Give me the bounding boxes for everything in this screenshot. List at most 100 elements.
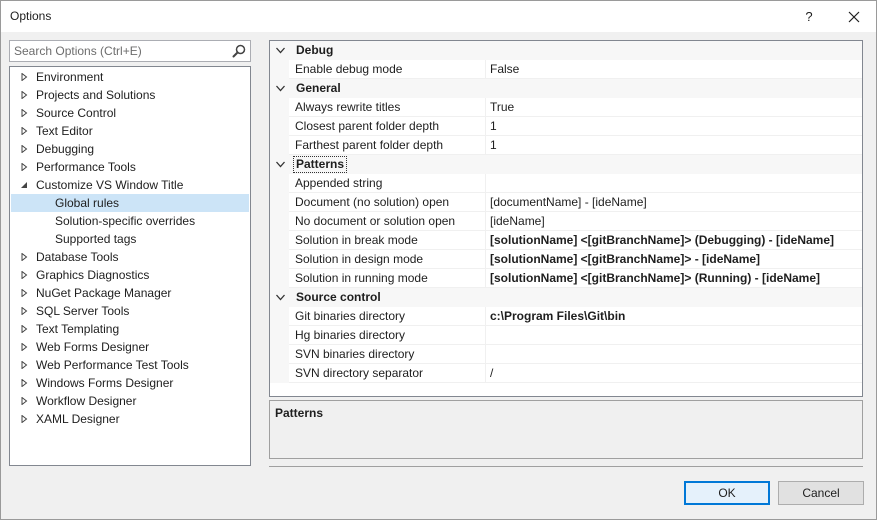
expand-arrow-icon[interactable] [20, 289, 28, 297]
property-value[interactable] [485, 345, 862, 364]
property-value[interactable]: / [485, 364, 862, 383]
property-row[interactable]: Hg binaries directory [270, 326, 862, 345]
row-gutter [270, 269, 289, 288]
chevron-down-icon[interactable] [276, 294, 285, 301]
expand-arrow-icon[interactable] [20, 397, 28, 405]
tree-item[interactable]: SQL Server Tools [11, 302, 249, 320]
tree-item[interactable]: Performance Tools [11, 158, 249, 176]
search-box [9, 40, 251, 62]
collapse-arrow-icon[interactable] [20, 181, 28, 189]
property-value[interactable]: 1 [485, 136, 862, 155]
property-row[interactable]: SVN directory separator / [270, 364, 862, 383]
tree-item-label: Web Performance Test Tools [36, 358, 189, 372]
property-name: SVN directory separator [295, 366, 424, 380]
property-row[interactable]: Document (no solution) open [documentName… [270, 193, 862, 212]
property-row[interactable]: SVN binaries directory [270, 345, 862, 364]
property-name: No document or solution open [295, 214, 456, 228]
tree-item-label: Performance Tools [36, 160, 136, 174]
property-row[interactable]: Always rewrite titles True [270, 98, 862, 117]
tree-item[interactable]: Global rules [11, 194, 249, 212]
property-value[interactable]: [solutionName] <[gitBranchName]> - [ideN… [485, 250, 862, 269]
property-value[interactable]: c:\Program Files\Git\bin [485, 307, 862, 326]
expand-arrow-icon[interactable] [20, 253, 28, 261]
expand-arrow-icon[interactable] [20, 127, 28, 135]
ok-button[interactable]: OK [684, 481, 770, 505]
chevron-down-icon[interactable] [276, 47, 285, 54]
chevron-down-icon[interactable] [276, 161, 285, 168]
row-gutter [270, 193, 289, 212]
cancel-button[interactable]: Cancel [778, 481, 864, 505]
tree-item[interactable]: Debugging [11, 140, 249, 158]
property-row[interactable]: Git binaries directory c:\Program Files\G… [270, 307, 862, 326]
property-value[interactable]: 1 [485, 117, 862, 136]
tree-item-label: Projects and Solutions [36, 88, 156, 102]
tree-item-label: Global rules [55, 196, 120, 210]
tree-item-label: Text Editor [36, 124, 93, 138]
expand-arrow-icon[interactable] [20, 109, 28, 117]
expand-arrow-icon[interactable] [20, 73, 28, 81]
category-row[interactable]: General [270, 79, 862, 98]
property-row[interactable]: Closest parent folder depth 1 [270, 117, 862, 136]
property-row[interactable]: Solution in design mode [solutionName] <[… [270, 250, 862, 269]
property-row[interactable]: No document or solution open [ideName] [270, 212, 862, 231]
property-value[interactable]: [ideName] [485, 212, 862, 231]
chevron-down-icon[interactable] [276, 85, 285, 92]
tree-item[interactable]: Web Forms Designer [11, 338, 249, 356]
row-gutter [270, 250, 289, 269]
tree-item[interactable]: Environment [11, 68, 249, 86]
search-input[interactable] [10, 41, 220, 61]
tree-item-label: Database Tools [36, 250, 119, 264]
tree-item[interactable]: Windows Forms Designer [11, 374, 249, 392]
tree-item[interactable]: Workflow Designer [11, 392, 249, 410]
category-row[interactable]: Patterns [270, 155, 862, 174]
property-row[interactable]: Appended string [270, 174, 862, 193]
tree-item[interactable]: Supported tags [11, 230, 249, 248]
tree-item[interactable]: Text Templating [11, 320, 249, 338]
tree-item[interactable]: XAML Designer [11, 410, 249, 428]
tree-item[interactable]: Database Tools [11, 248, 249, 266]
property-value[interactable] [485, 174, 862, 193]
tree-item[interactable]: Customize VS Window Title [11, 176, 249, 194]
category-row[interactable]: Source control [270, 288, 862, 307]
property-value[interactable]: [solutionName] <[gitBranchName]> (Debugg… [485, 231, 862, 250]
property-name: Solution in break mode [295, 233, 418, 247]
property-row[interactable]: Solution in running mode [solutionName] <… [270, 269, 862, 288]
tree-item[interactable]: Text Editor [11, 122, 249, 140]
property-name: Appended string [295, 176, 383, 190]
property-row[interactable]: Farthest parent folder depth 1 [270, 136, 862, 155]
expand-arrow-icon[interactable] [20, 163, 28, 171]
tree-item-label: NuGet Package Manager [36, 286, 172, 300]
tree-item-label: Supported tags [55, 232, 137, 246]
expand-arrow-icon[interactable] [20, 361, 28, 369]
property-value[interactable]: False [485, 60, 862, 79]
tree-item[interactable]: Graphics Diagnostics [11, 266, 249, 284]
property-name: Solution in running mode [295, 271, 428, 285]
property-name: Document (no solution) open [295, 195, 450, 209]
property-row[interactable]: Solution in break mode [solutionName] <[g… [270, 231, 862, 250]
property-value[interactable]: [solutionName] <[gitBranchName]> (Runnin… [485, 269, 862, 288]
tree-item-label: Web Forms Designer [36, 340, 150, 354]
tree-item[interactable]: Projects and Solutions [11, 86, 249, 104]
property-name: Solution in design mode [295, 252, 424, 266]
expand-arrow-icon[interactable] [20, 271, 28, 279]
expand-arrow-icon[interactable] [20, 91, 28, 99]
tree-item[interactable]: NuGet Package Manager [11, 284, 249, 302]
expand-arrow-icon[interactable] [20, 325, 28, 333]
property-value[interactable] [485, 326, 862, 345]
property-row[interactable]: Enable debug mode False [270, 60, 862, 79]
expand-arrow-icon[interactable] [20, 307, 28, 315]
row-gutter [270, 174, 289, 193]
expand-arrow-icon[interactable] [20, 343, 28, 351]
search-icon[interactable] [232, 44, 246, 58]
property-value[interactable]: True [485, 98, 862, 117]
category-row[interactable]: Debug [270, 41, 862, 60]
help-button[interactable]: ? [794, 1, 824, 32]
property-value[interactable]: [documentName] - [ideName] [485, 193, 862, 212]
expand-arrow-icon[interactable] [20, 379, 28, 387]
tree-item[interactable]: Source Control [11, 104, 249, 122]
tree-item[interactable]: Solution-specific overrides [11, 212, 249, 230]
expand-arrow-icon[interactable] [20, 415, 28, 423]
close-button[interactable] [837, 1, 871, 32]
tree-item[interactable]: Web Performance Test Tools [11, 356, 249, 374]
expand-arrow-icon[interactable] [20, 145, 28, 153]
